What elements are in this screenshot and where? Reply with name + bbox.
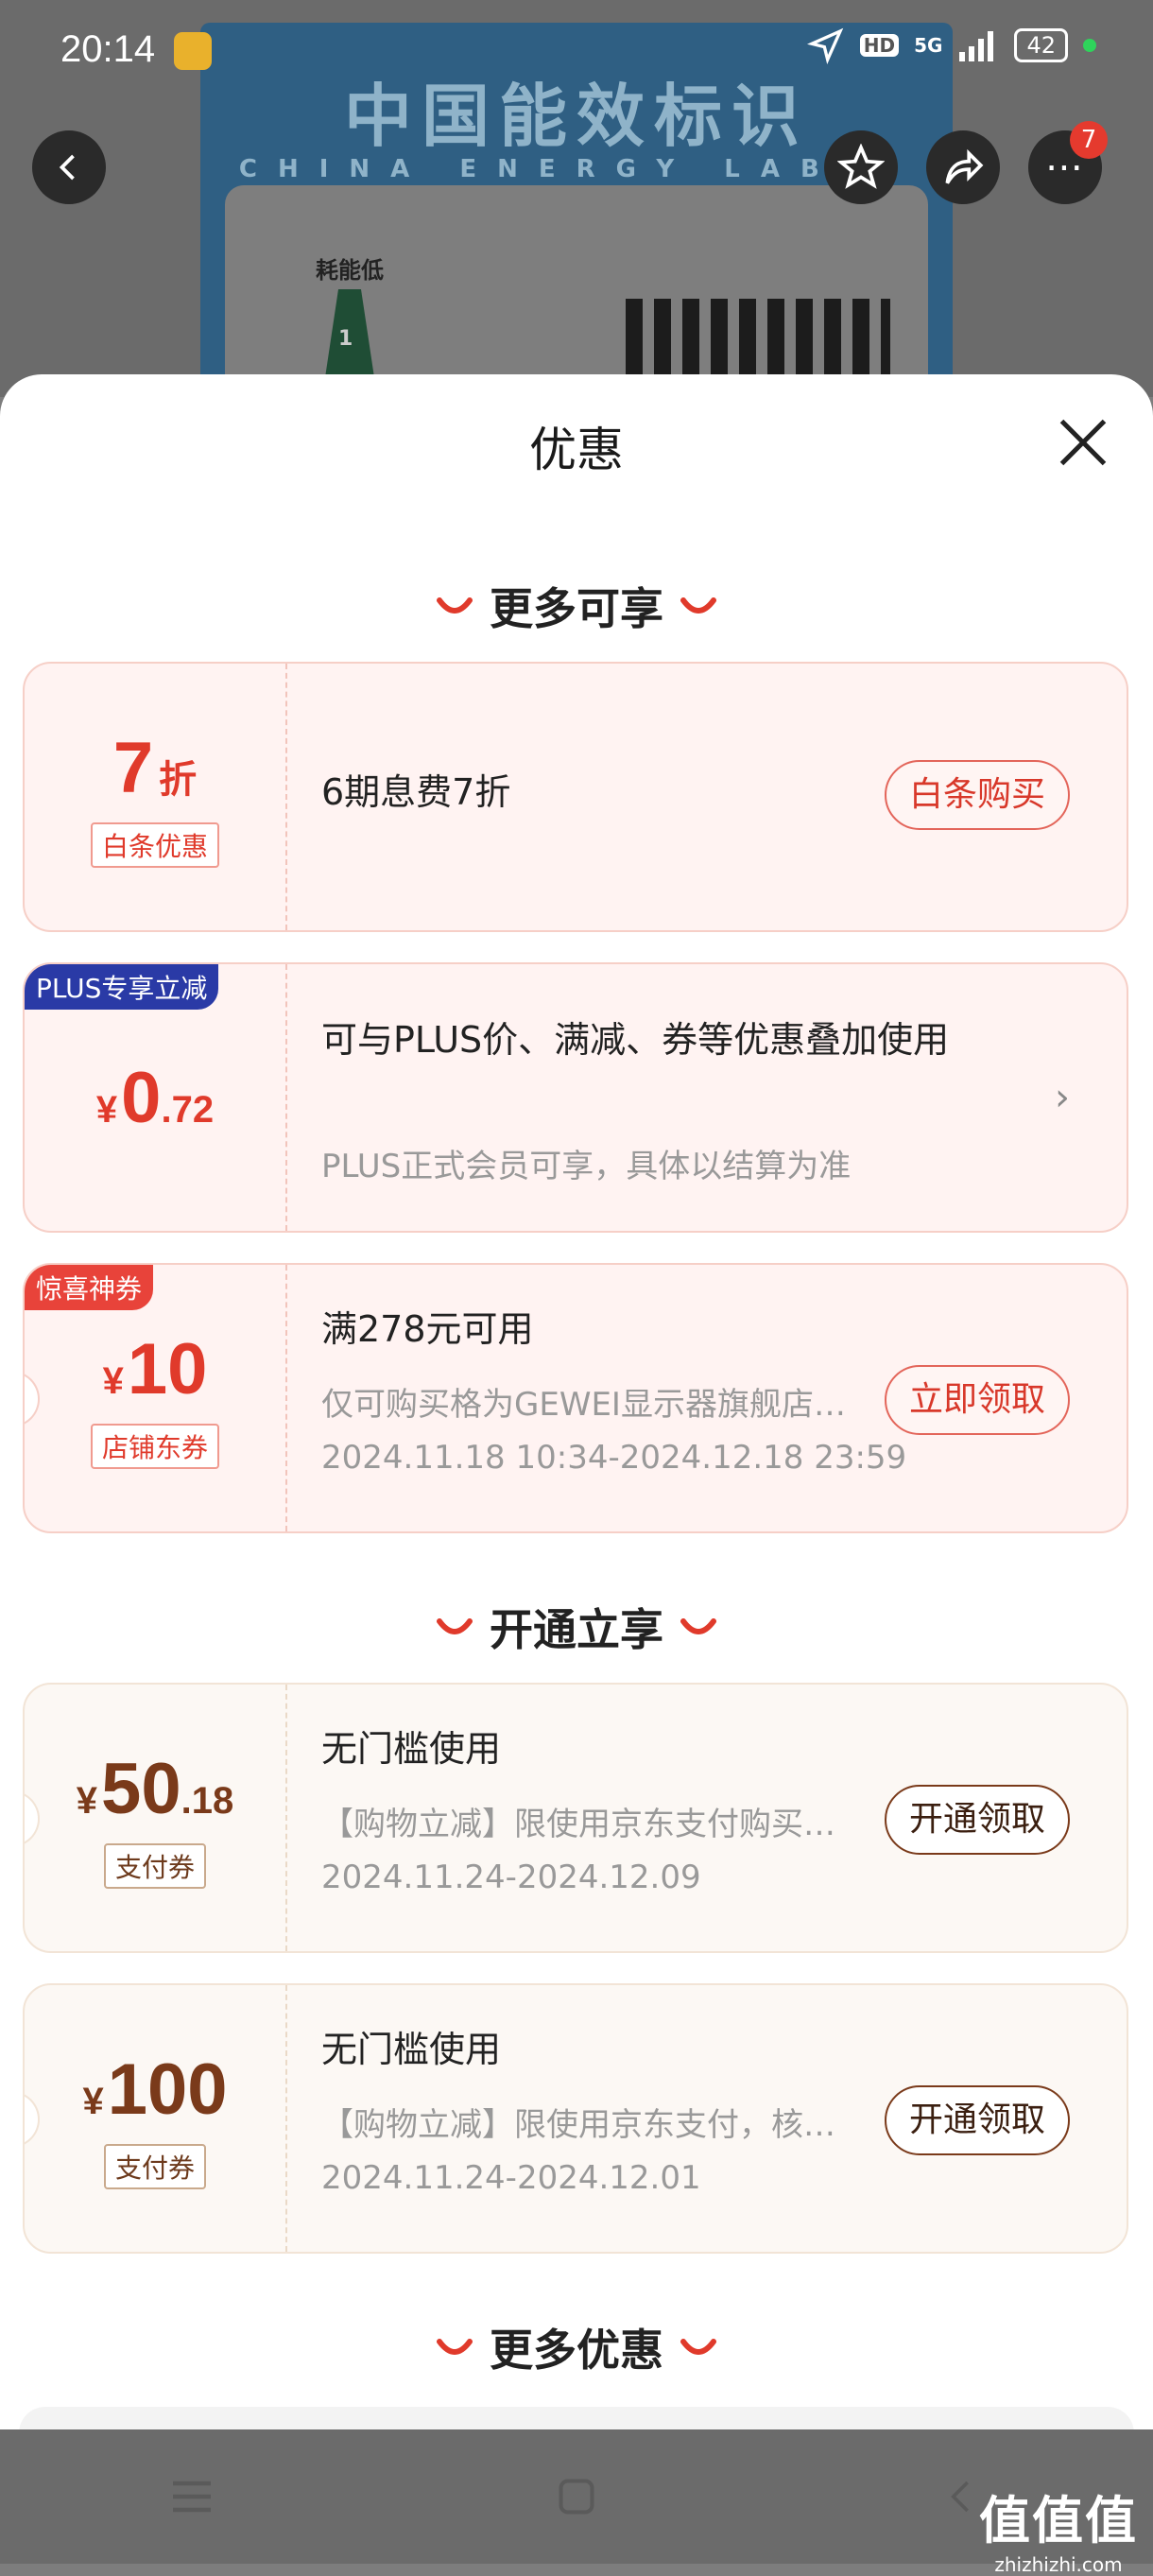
star-icon [837,144,885,189]
sheet-title: 优惠 [529,423,624,477]
coupon-amount: ¥100 [82,2049,228,2130]
coupon-desc: 仅可购买格为GEWEI显示器旗舰店… [321,1386,846,1424]
back-arrow-icon [950,2481,969,2513]
energy-text: 耗能低 [316,257,384,284]
coupon-card-plus[interactable]: PLUS专享立减 ¥0.72 可与PLUS价、满减、券等优惠叠加使用 PLUS正… [23,962,1128,1233]
back-button[interactable] [32,130,106,204]
close-icon[interactable] [1055,414,1111,471]
coupon-validity: 2024.11.24-2024.12.09 [321,1859,701,1896]
coupon-amount: ¥10 [102,1328,208,1409]
energy-grade: 1 [338,327,353,351]
section-more-available: 更多可享 [0,575,1153,637]
home-square-icon [559,2479,594,2515]
coupon-tag: 支付券 [103,2143,206,2189]
coupon-title: 无门槛使用 [321,1728,502,1770]
favorite-button[interactable] [824,130,898,204]
app-notification-icon [174,32,212,70]
signal-icon [959,31,994,61]
coupon-tag: 支付券 [103,1842,206,1889]
share-button[interactable] [926,130,1000,204]
smile-icon [437,597,473,614]
activate-claim-button[interactable]: 开通领取 [884,2085,1070,2155]
coupon-validity: 2024.11.24-2024.12.01 [321,2159,701,2197]
coupon-card-pay-50[interactable]: ¥50.18 支付券 无门槛使用 【购物立减】限使用京东支付购买… 2024.1… [23,1683,1128,1953]
smile-icon [680,597,716,614]
active-dot-icon [1083,39,1096,52]
coupon-desc: 【购物立减】限使用京东支付，核… [321,2106,835,2144]
coupon-tag: 白条优惠 [90,821,219,868]
network-label: 5G [914,34,943,57]
coupon-title: 无门槛使用 [321,2029,502,2070]
discount-amount: 7折 [112,727,198,808]
offers-sheet: 优惠 更多可享 7折 白条优惠 6期息费7折 白条购买 PLUS专享立减 ¥0.… [0,374,1153,2429]
message-badge: 7 [1070,121,1108,159]
hd-icon: HD [859,34,900,57]
chevron-right-icon[interactable]: › [1055,1076,1070,1119]
next-card-peek [19,2407,1134,2429]
smile-icon [680,2339,716,2355]
share-icon [945,148,984,184]
location-icon [806,27,844,64]
baitiao-buy-button[interactable]: 白条购买 [884,760,1070,830]
watermark: 值值值 zhizhizhi.com [979,2491,1138,2576]
coupon-validity: 2024.11.18 10:34-2024.12.18 23:59 [321,1439,907,1477]
battery-icon: 42 [1014,28,1068,62]
menu-icon [173,2481,212,2513]
smile-icon [437,1618,473,1634]
status-time: 20:14 [60,28,156,70]
menu-nav-button[interactable] [149,2468,234,2525]
status-bar: 20:14 HD 5G 42 [0,0,1153,104]
claim-now-button[interactable]: 立即领取 [884,1365,1070,1435]
home-nav-button[interactable] [534,2468,619,2525]
activate-claim-button[interactable]: 开通领取 [884,1785,1070,1855]
coupon-title: 可与PLUS价、满减、券等优惠叠加使用 [321,1019,950,1061]
coupon-title: 6期息费7折 [321,771,511,813]
section-open-enjoy: 开通立享 [0,1596,1153,1658]
coupon-card-shop[interactable]: 惊喜神券 ¥10 店铺东券 满278元可用 仅可购买格为GEWEI显示器旗舰店…… [23,1263,1128,1533]
discount-amount: ¥0.72 [95,1057,215,1138]
section-more-offers: 更多优惠 [0,2316,1153,2378]
coupon-card-baitiao[interactable]: 7折 白条优惠 6期息费7折 白条购买 [23,662,1128,932]
coupon-amount: ¥50.18 [76,1748,234,1829]
coupon-tag: 店铺东券 [90,1423,219,1469]
smile-icon [680,1618,716,1634]
coupon-title: 满278元可用 [321,1308,534,1350]
more-button[interactable]: ⋯ 7 [1028,121,1108,204]
smile-icon [437,2339,473,2355]
coupon-desc: 【购物立减】限使用京东支付购买… [321,1806,835,1843]
coupon-desc: PLUS正式会员可享，具体以结算为准 [321,1148,852,1185]
coupon-card-pay-100[interactable]: ¥100 支付券 无门槛使用 【购物立减】限使用京东支付，核… 2024.11.… [23,1983,1128,2254]
chevron-left-icon [59,154,75,181]
